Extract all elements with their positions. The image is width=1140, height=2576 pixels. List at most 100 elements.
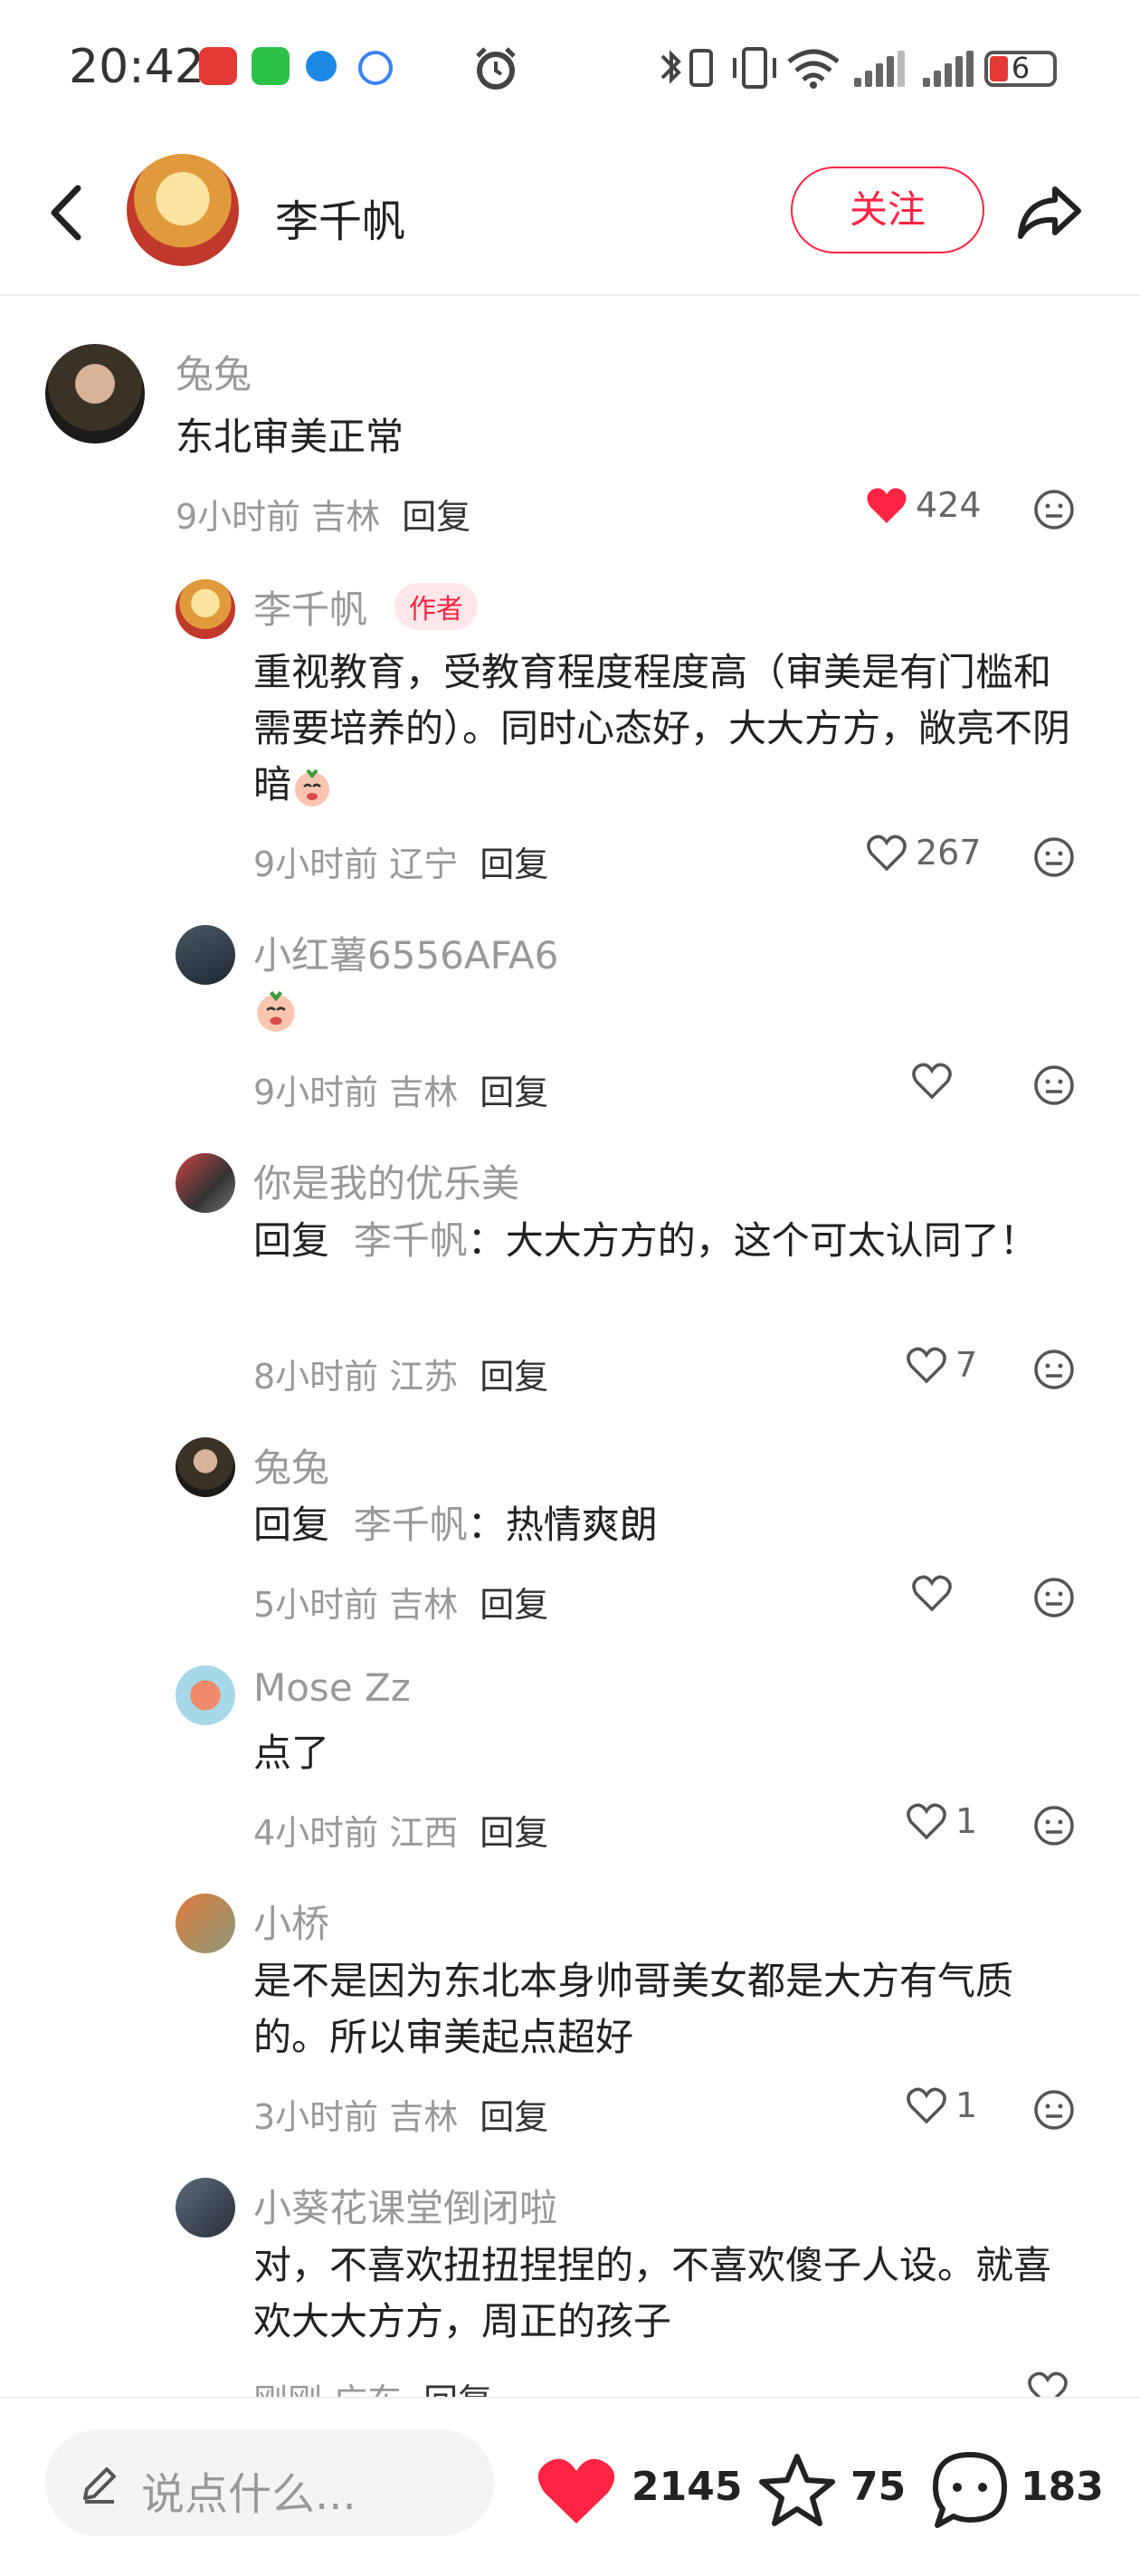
comment-meta: 5小时前 吉林 回复 <box>253 1577 548 1627</box>
comment-username[interactable]: 小桥 <box>253 1894 329 1949</box>
comment-meta: 9小时前 辽宁 回复 <box>253 836 548 886</box>
crying-sticker-icon <box>295 768 330 806</box>
mention-link[interactable]: 李千帆 <box>354 1503 468 1547</box>
comment-text: 东北审美正常 <box>176 415 404 459</box>
comment-avatar[interactable] <box>176 579 235 639</box>
heart-outline-icon <box>907 1347 946 1384</box>
comment-username[interactable]: Mose Zz <box>253 1665 411 1710</box>
author-name[interactable]: 李千帆 <box>275 186 405 249</box>
reply-button[interactable]: 回复 <box>480 1073 548 1112</box>
comment-avatar[interactable] <box>176 1894 235 1953</box>
signal-icon <box>854 51 905 87</box>
like-button[interactable] <box>910 1061 954 1101</box>
reply-button[interactable]: 回复 <box>480 844 548 884</box>
alarm-icon <box>476 47 516 90</box>
comment-icon[interactable] <box>926 2447 1013 2534</box>
back-icon[interactable] <box>36 172 100 253</box>
wechat-icon <box>252 47 290 85</box>
pencil-icon <box>83 2467 116 2504</box>
comment-avatar[interactable] <box>176 2178 235 2237</box>
comment-location: 吉林 <box>389 1073 459 1112</box>
like-count: 267 <box>916 833 982 873</box>
like-button[interactable]: 424 <box>865 485 982 525</box>
mention-link[interactable]: 李千帆 <box>354 1218 468 1263</box>
emoji-icon[interactable] <box>1033 836 1075 878</box>
comment-username[interactable]: 兔兔 <box>253 1437 329 1493</box>
like-count: 424 <box>916 485 982 525</box>
comment-avatar[interactable] <box>176 925 235 985</box>
comment-text: 对，不喜欢扭扭捏捏的，不喜欢傻子人设。就喜欢大大方方，周正的孩子 <box>253 2243 1052 2343</box>
comment-location: 江苏 <box>389 1357 459 1397</box>
author-avatar[interactable] <box>127 154 239 266</box>
like-button[interactable]: 267 <box>865 833 982 873</box>
app-bird-icon <box>306 51 337 81</box>
comment-meta: 4小时前 江西 回复 <box>253 1805 548 1855</box>
heart-icon[interactable] <box>536 2455 617 2527</box>
share-icon[interactable] <box>1013 177 1086 249</box>
comment-text: 回复 李千帆：热情爽朗 <box>253 1503 658 1547</box>
comment-time: 4小时前 <box>253 1813 379 1853</box>
comment-location: 江西 <box>389 1813 459 1853</box>
heart-outline-icon <box>907 2087 946 2124</box>
comment-username[interactable]: 小红薯6556AFA6 <box>253 925 558 980</box>
comment-location: 辽宁 <box>389 844 459 884</box>
comment-avatar[interactable] <box>45 344 145 444</box>
heart-outline-icon <box>912 1063 952 1100</box>
like-button[interactable]: 1 <box>905 1801 977 1841</box>
comment-time: 9小时前 <box>176 497 301 537</box>
comment-meta: 9小时前 吉林 回复 <box>176 489 470 539</box>
reply-button[interactable]: 回复 <box>402 497 470 537</box>
comment-username[interactable]: 李千帆 <box>253 579 367 634</box>
comment-avatar[interactable] <box>176 1437 235 1497</box>
heart-outline-icon <box>867 835 907 872</box>
like-button[interactable] <box>910 1573 954 1613</box>
heart-outline-icon <box>907 1803 946 1840</box>
comment-username[interactable]: 小葵花课堂倒闭啦 <box>253 2178 557 2233</box>
like-count: 7 <box>955 1345 978 1385</box>
comment-text: 点了 <box>253 1731 330 1775</box>
comment-time: 8小时前 <box>253 1357 379 1397</box>
comment-input[interactable]: 说点什么... <box>45 2429 494 2536</box>
emoji-icon[interactable] <box>1033 489 1075 530</box>
like-button[interactable]: 7 <box>905 1345 977 1385</box>
battery-icon: 6 <box>984 51 1057 87</box>
crying-sticker-icon <box>257 990 295 1032</box>
emoji-icon[interactable] <box>1033 2089 1075 2131</box>
star-icon[interactable] <box>756 2449 838 2531</box>
emoji-icon[interactable] <box>1033 1349 1075 1390</box>
notification-app-icon <box>199 47 237 85</box>
comment-text: 回复 李千帆：大大方方的，这个可太认同了！ <box>253 1218 1038 1263</box>
comment-time: 9小时前 <box>253 1073 379 1112</box>
follow-button[interactable]: 关注 <box>791 167 984 253</box>
signal-icon-2 <box>923 51 974 87</box>
comment-total: 183 <box>1021 2464 1104 2510</box>
status-time: 20:42 <box>69 40 204 94</box>
comment-input-placeholder: 说点什么... <box>141 2469 356 2520</box>
comment-username[interactable]: 你是我的优乐美 <box>253 1153 519 1208</box>
comment-avatar[interactable] <box>176 1665 235 1725</box>
reply-button[interactable]: 回复 <box>480 1357 548 1397</box>
collect-total: 75 <box>850 2464 907 2510</box>
comment-time: 3小时前 <box>253 2097 379 2137</box>
chat-icon <box>358 51 393 85</box>
comment-location: 吉林 <box>311 497 381 537</box>
comment-meta: 8小时前 江苏 回复 <box>253 1349 548 1398</box>
battery-level: 6 <box>1011 51 1031 85</box>
like-count: 1 <box>955 2085 978 2125</box>
emoji-icon[interactable] <box>1033 1064 1075 1106</box>
like-button[interactable]: 1 <box>905 2085 977 2125</box>
comment-meta: 9小时前 吉林 回复 <box>253 1064 548 1114</box>
comment-time: 5小时前 <box>253 1585 379 1625</box>
reply-button[interactable]: 回复 <box>480 1585 548 1625</box>
reply-button[interactable]: 回复 <box>480 2097 548 2137</box>
reply-button[interactable]: 回复 <box>480 1813 548 1853</box>
heart-outline-icon <box>912 1575 952 1612</box>
comment-username[interactable]: 兔兔 <box>176 344 252 399</box>
emoji-icon[interactable] <box>1033 1805 1075 1846</box>
comment-text: 重视教育，受教育程度程度高（审美是有门槛和需要培养的）。同时心态好，大大方方，敞… <box>253 650 1071 806</box>
emoji-icon[interactable] <box>1033 1577 1075 1618</box>
comment-location: 吉林 <box>389 2097 459 2137</box>
like-total: 2145 <box>632 2464 743 2510</box>
comment-avatar[interactable] <box>176 1153 235 1213</box>
author-badge: 作者 <box>394 583 478 630</box>
